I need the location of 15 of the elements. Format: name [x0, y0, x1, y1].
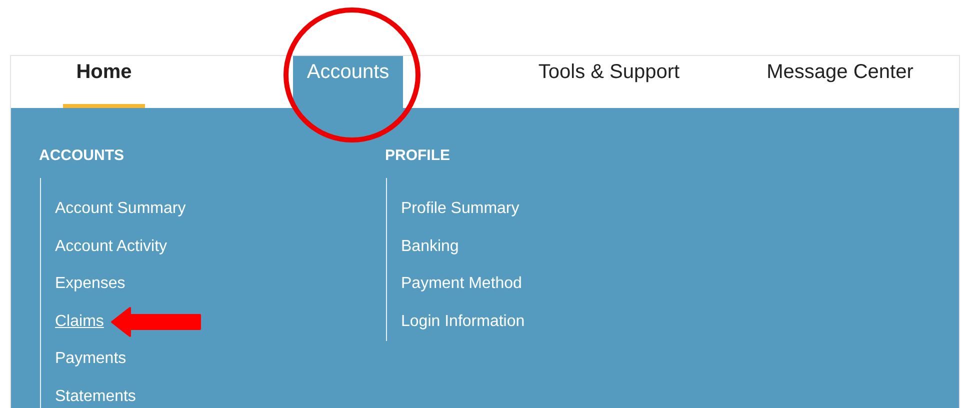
- menu-link[interactable]: Statements: [55, 384, 136, 408]
- nav-tab[interactable]: Accounts: [293, 56, 403, 108]
- menu-link[interactable]: Profile Summary: [401, 197, 520, 222]
- menu-link[interactable]: Payment Method: [401, 272, 522, 296]
- nav-tab[interactable]: Tools & Support: [527, 56, 691, 108]
- menu-heading: ACCOUNTS: [39, 146, 124, 166]
- menu-link[interactable]: Login Information: [401, 310, 525, 334]
- nav-tab[interactable]: Message Center: [757, 56, 923, 108]
- menu-link[interactable]: Claims: [55, 310, 104, 334]
- menu-link[interactable]: Expenses: [55, 272, 126, 296]
- menu-link[interactable]: Account Activity: [55, 234, 168, 259]
- menu-heading: PROFILE: [385, 146, 450, 166]
- menu-link[interactable]: Payments: [55, 347, 126, 372]
- menu-link[interactable]: Banking: [401, 234, 459, 259]
- menu-link[interactable]: Account Summary: [55, 197, 186, 222]
